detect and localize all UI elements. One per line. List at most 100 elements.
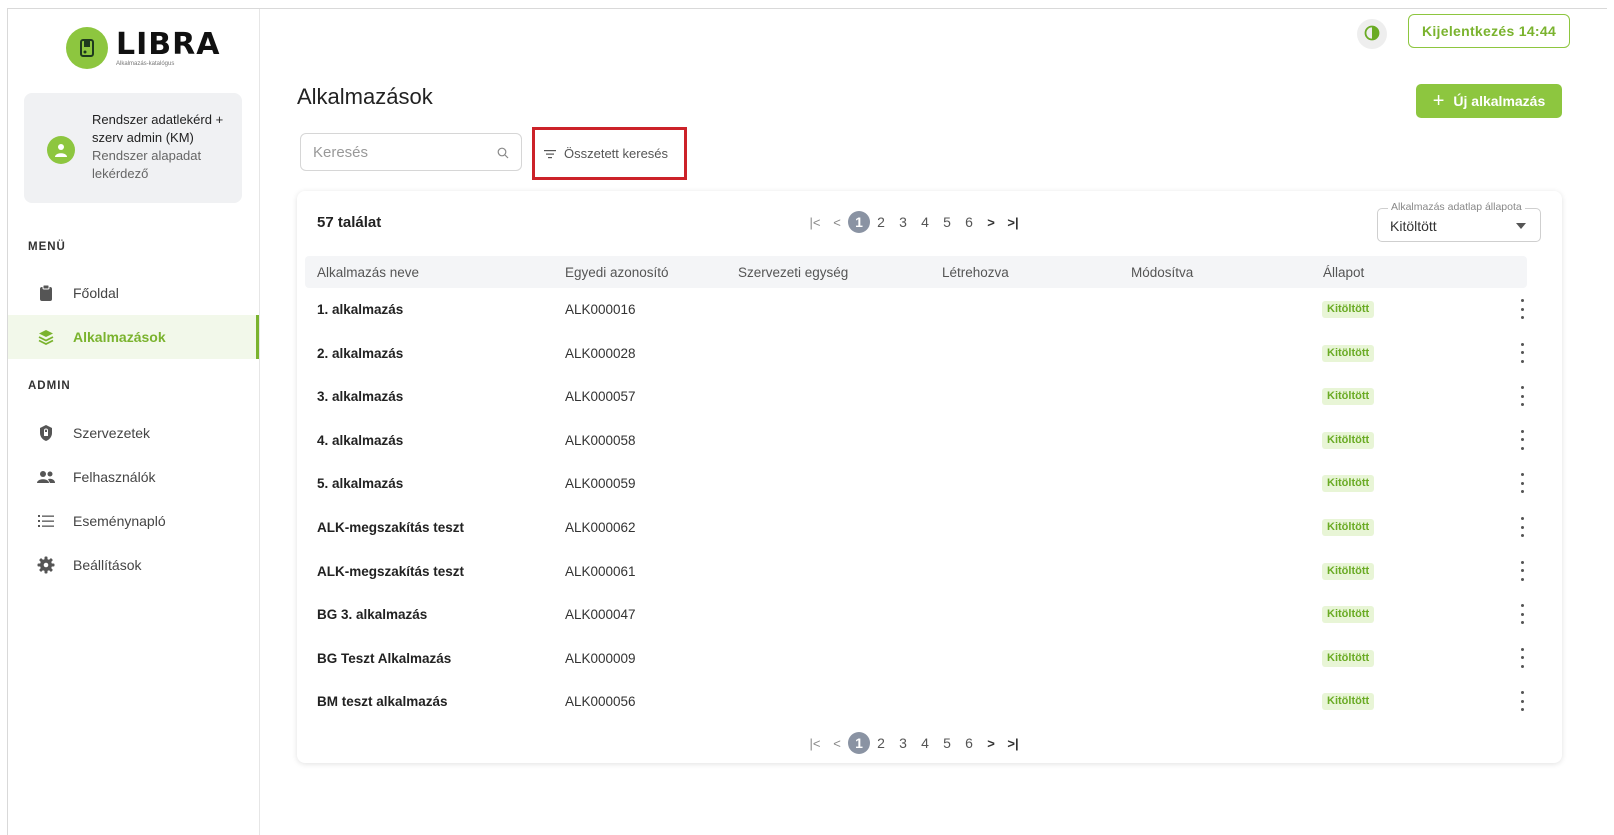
next-page-icon[interactable]: > — [980, 215, 1002, 230]
application-name[interactable]: BM teszt alkalmazás — [317, 694, 448, 709]
new-application-label: Új alkalmazás — [1453, 93, 1546, 109]
column-header[interactable]: Módosítva — [1131, 265, 1193, 280]
application-id: ALK000028 — [565, 345, 636, 361]
page-button[interactable]: 4 — [914, 735, 936, 751]
application-id: ALK000059 — [565, 476, 636, 492]
layers-icon — [35, 326, 57, 348]
sidebar-item-label: Főoldal — [73, 285, 119, 301]
column-header[interactable]: Egyedi azonosító — [565, 265, 669, 280]
page-button[interactable]: 4 — [914, 214, 936, 230]
more-actions-icon[interactable] — [1518, 386, 1526, 407]
more-actions-icon[interactable] — [1518, 604, 1526, 625]
page-button[interactable]: 6 — [958, 214, 980, 230]
status-badge: Kitöltött — [1322, 344, 1375, 362]
status-filter-legend: Alkalmazás adatlap állapota — [1388, 201, 1525, 213]
table-row[interactable]: ALK-megszakítás teszt ALK000062 Kitöltött — [305, 506, 1527, 550]
sidebar-item-users[interactable]: Felhasználók — [8, 455, 259, 499]
results-card: 57 találat |< < 1 2 3 4 5 6 > >| Alkalma… — [297, 191, 1562, 763]
status-badge: Kitöltött — [1322, 562, 1375, 580]
page-button[interactable]: 1 — [848, 211, 870, 233]
user-name: Rendszer adatlekérd + szerv admin (KM) — [92, 112, 224, 145]
page-button[interactable]: 2 — [870, 735, 892, 751]
page-button[interactable]: 5 — [936, 214, 958, 230]
logout-button[interactable]: Kijelentkezés 14:44 — [1408, 14, 1570, 48]
new-application-button[interactable]: + Új alkalmazás — [1416, 84, 1562, 118]
table-row[interactable]: 4. alkalmazás ALK000058 Kitöltött — [305, 419, 1527, 463]
advanced-search-button[interactable]: Összetett keresés — [532, 127, 687, 180]
sidebar-item-event-log[interactable]: Eseménynapló — [8, 499, 259, 543]
status-badge: Kitöltött — [1322, 431, 1375, 449]
advanced-search-label: Összetett keresés — [564, 146, 669, 161]
more-actions-icon[interactable] — [1518, 560, 1526, 581]
page-title: Alkalmazások — [297, 84, 433, 109]
table-row[interactable]: ALK-megszakítás teszt ALK000061 Kitöltött — [305, 550, 1527, 594]
status-filter-select[interactable]: Alkalmazás adatlap állapota Kitöltött — [1377, 201, 1541, 242]
column-header[interactable]: Állapot — [1323, 265, 1364, 280]
application-name[interactable]: 4. alkalmazás — [317, 433, 403, 448]
application-id: ALK000057 — [565, 389, 636, 405]
application-id: ALK000061 — [565, 563, 636, 579]
table-header: Alkalmazás neve Egyedi azonosító Szervez… — [305, 256, 1527, 288]
sidebar-item-label: Eseménynapló — [73, 513, 166, 529]
status-badge: Kitöltött — [1322, 519, 1375, 536]
search-input[interactable] — [301, 134, 481, 170]
page-button[interactable]: 3 — [892, 214, 914, 230]
admin-section-label: ADMIN — [28, 380, 71, 392]
search-icon[interactable] — [497, 146, 509, 162]
column-header[interactable]: Létrehozva — [942, 265, 1009, 280]
application-name[interactable]: 2. alkalmazás — [317, 346, 403, 361]
table-row[interactable]: 5. alkalmazás ALK000059 Kitöltött — [305, 462, 1527, 506]
sidebar-item-organizations[interactable]: Szervezetek — [8, 411, 259, 455]
more-actions-icon[interactable] — [1518, 691, 1526, 712]
more-actions-icon[interactable] — [1518, 647, 1526, 668]
application-id: ALK000009 — [565, 650, 636, 666]
column-header[interactable]: Alkalmazás neve — [317, 265, 419, 280]
application-name[interactable]: ALK-megszakítás teszt — [317, 520, 464, 535]
application-id: ALK000062 — [565, 520, 636, 535]
sidebar-item-applications[interactable]: Alkalmazások — [8, 315, 259, 359]
application-id: ALK000016 — [565, 302, 636, 317]
sidebar-item-home[interactable]: Főoldal — [8, 271, 259, 315]
page-button[interactable]: 1 — [848, 732, 870, 754]
page-button[interactable]: 2 — [870, 214, 892, 230]
last-page-icon[interactable]: >| — [1002, 215, 1024, 230]
prev-page-icon[interactable]: < — [826, 736, 848, 751]
application-name[interactable]: 1. alkalmazás — [317, 302, 403, 317]
application-name[interactable]: BG 3. alkalmazás — [317, 607, 427, 622]
table-row[interactable]: BG 3. alkalmazás ALK000047 Kitöltött — [305, 593, 1527, 637]
page-button[interactable]: 5 — [936, 735, 958, 751]
theme-toggle-button[interactable] — [1357, 19, 1387, 49]
application-name[interactable]: BG Teszt Alkalmazás — [317, 651, 451, 666]
table-row[interactable]: 3. alkalmazás ALK000057 Kitöltött — [305, 375, 1527, 419]
first-page-icon[interactable]: |< — [804, 215, 826, 230]
page-button[interactable]: 6 — [958, 735, 980, 751]
page-button[interactable]: 3 — [892, 735, 914, 751]
next-page-icon[interactable]: > — [980, 736, 1002, 751]
more-actions-icon[interactable] — [1518, 473, 1526, 494]
users-icon — [35, 466, 57, 488]
table-row[interactable]: 2. alkalmazás ALK000028 Kitöltött — [305, 332, 1527, 376]
application-name[interactable]: 5. alkalmazás — [317, 476, 403, 491]
sidebar-item-label: Beállítások — [73, 557, 142, 573]
column-header[interactable]: Szervezeti egység — [738, 265, 848, 280]
prev-page-icon[interactable]: < — [826, 215, 848, 230]
user-avatar-icon — [47, 136, 75, 164]
application-id: ALK000056 — [565, 694, 636, 710]
filter-icon — [544, 149, 556, 159]
sidebar-item-settings[interactable]: Beállítások — [8, 543, 259, 587]
more-actions-icon[interactable] — [1518, 342, 1526, 363]
last-page-icon[interactable]: >| — [1002, 736, 1024, 751]
more-actions-icon[interactable] — [1518, 517, 1526, 537]
sidebar-item-label: Alkalmazások — [73, 329, 166, 345]
application-name[interactable]: 3. alkalmazás — [317, 389, 403, 404]
more-actions-icon[interactable] — [1518, 429, 1526, 450]
table-row[interactable]: BM teszt alkalmazás ALK000056 Kitöltött — [305, 680, 1527, 724]
table-row[interactable]: BG Teszt Alkalmazás ALK000009 Kitöltött — [305, 637, 1527, 681]
application-name[interactable]: ALK-megszakítás teszt — [317, 564, 464, 579]
app-logo[interactable]: LIBRA Alkalmazás-katalógus — [66, 27, 220, 69]
pagination-bottom: |< < 1 2 3 4 5 6 > >| — [804, 732, 1024, 754]
first-page-icon[interactable]: |< — [804, 736, 826, 751]
more-actions-icon[interactable] — [1518, 299, 1526, 319]
menu-section-label: MENÜ — [28, 241, 66, 253]
table-row[interactable]: 1. alkalmazás ALK000016 Kitöltött — [305, 288, 1527, 332]
